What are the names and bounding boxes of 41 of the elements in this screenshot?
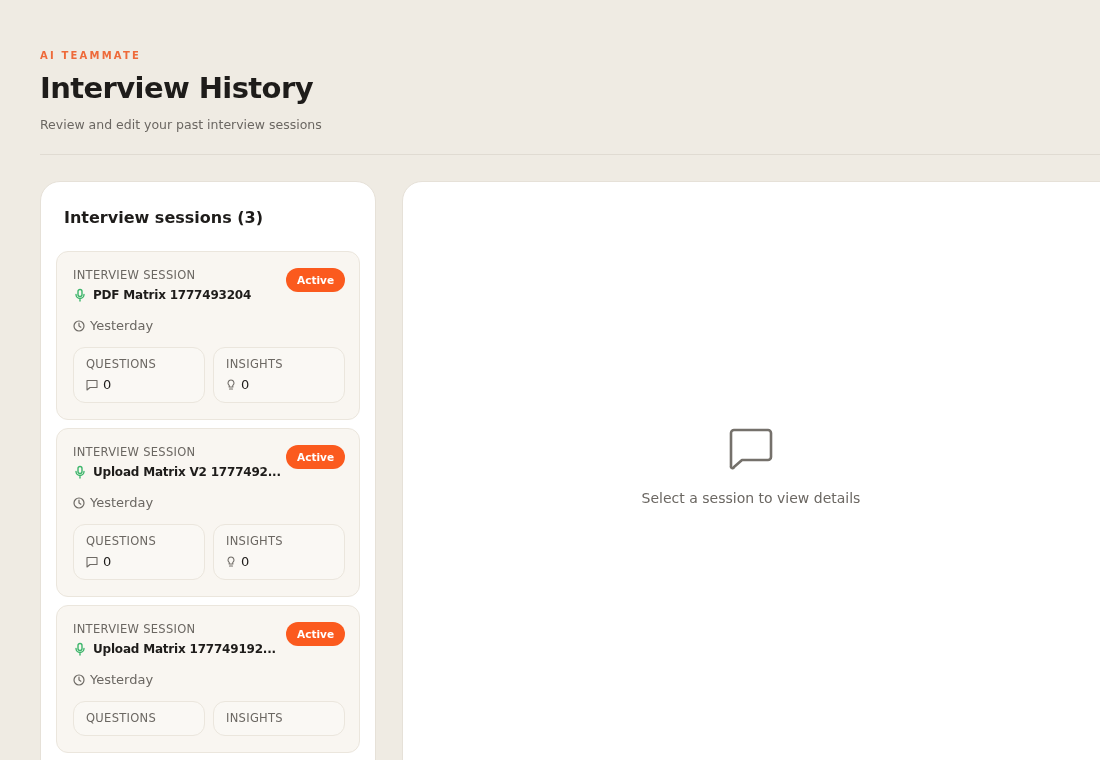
stat-value: 0 <box>241 377 250 392</box>
session-card[interactable]: INTERVIEW SESSION Upload Matrix 177749192... Active Yesterday QUESTIONS INSIGHTS <box>56 605 360 753</box>
section-label: AI TEAMMATE <box>40 50 143 61</box>
session-label: INTERVIEW SESSION <box>73 445 197 459</box>
stat-value: 0 <box>103 554 112 569</box>
empty-state-message: Select a session to view details <box>641 490 861 506</box>
session-card[interactable]: INTERVIEW SESSION PDF Matrix 1777493204 Active Yesterday QUESTIONS 0 INSIGHTS 0 <box>56 251 360 420</box>
session-title: PDF Matrix 1777493204 <box>93 288 252 302</box>
microphone-icon <box>73 465 87 479</box>
page-subtitle: Review and edit your past interview sessions <box>40 117 323 132</box>
status-badge: Active <box>286 445 345 469</box>
lightbulb-icon <box>226 555 236 568</box>
page-title: Interview History <box>40 71 314 105</box>
stat-label: QUESTIONS <box>86 357 158 371</box>
session-title: Upload Matrix V2 1777492... <box>93 465 281 479</box>
speech-bubble-icon <box>728 428 774 472</box>
session-time: Yesterday <box>90 495 154 510</box>
clock-icon <box>73 496 85 509</box>
session-label: INTERVIEW SESSION <box>73 622 197 636</box>
session-time: Yesterday <box>90 318 154 333</box>
stat-label: QUESTIONS <box>86 711 158 725</box>
stat-label: INSIGHTS <box>226 711 284 725</box>
clock-icon <box>73 673 85 686</box>
status-badge: Active <box>286 622 345 646</box>
lightbulb-icon <box>226 378 236 391</box>
stat-label: INSIGHTS <box>226 357 284 371</box>
panel-heading: Interview sessions (3) <box>63 208 264 227</box>
stat-label: INSIGHTS <box>226 534 284 548</box>
microphone-icon <box>73 288 87 302</box>
stat-value: 0 <box>241 554 250 569</box>
speech-bubble-icon <box>86 555 98 568</box>
session-label: INTERVIEW SESSION <box>73 268 197 282</box>
status-badge: Active <box>286 268 345 292</box>
clock-icon <box>73 319 85 332</box>
session-time: Yesterday <box>90 672 154 687</box>
stat-value: 0 <box>103 377 112 392</box>
stat-label: QUESTIONS <box>86 534 158 548</box>
microphone-icon <box>73 642 87 656</box>
session-card[interactable]: INTERVIEW SESSION Upload Matrix V2 1777492... Active Yesterday QUESTIONS 0 INSIGHTS 0 <box>56 428 360 597</box>
speech-bubble-icon <box>86 378 98 391</box>
session-title: Upload Matrix 177749192... <box>93 642 276 656</box>
